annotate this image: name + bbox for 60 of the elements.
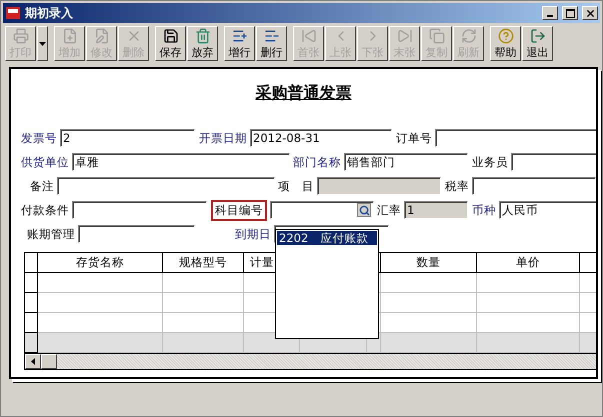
field-label: 供货单位 <box>21 154 69 170</box>
field-label: 发票号 <box>21 130 57 146</box>
last-icon <box>396 28 412 44</box>
toolbar-button[interactable]: 放弃 <box>187 26 218 61</box>
file-plus-icon <box>62 28 78 44</box>
toolbar-button[interactable]: 增行 <box>224 26 255 61</box>
input-field[interactable]: 卓雅 <box>72 153 290 171</box>
input-field[interactable] <box>317 177 441 195</box>
input-field[interactable]: 2 <box>60 129 195 147</box>
dropdown-item[interactable]: 2202 应付账款 <box>277 231 377 245</box>
field-label: 备注 <box>29 178 54 194</box>
app-icon <box>5 6 21 20</box>
close-icon <box>584 8 596 18</box>
printer-icon <box>12 28 28 44</box>
first-icon <box>300 28 316 44</box>
toolbar-button[interactable]: 删行 <box>256 26 287 61</box>
exit-icon <box>530 28 546 44</box>
form-title: 采购普通发票 <box>256 83 352 104</box>
caret-icon <box>39 42 46 46</box>
field-label: 开票日期 <box>199 130 247 146</box>
file-edit-icon <box>94 28 110 44</box>
minimize-button[interactable] <box>542 6 558 20</box>
input-field[interactable]: 人民币 <box>499 201 596 219</box>
lookup-field[interactable] <box>270 201 374 219</box>
window-title: 期初录入 <box>25 4 74 22</box>
maximize-icon <box>566 8 574 18</box>
left-arrow-icon <box>31 358 35 365</box>
field-label: 订单号 <box>396 130 432 146</box>
search-icon <box>358 204 370 216</box>
field-label: 项 目 <box>278 178 314 194</box>
close-button[interactable] <box>582 6 598 20</box>
scroll-left-button[interactable] <box>25 354 41 369</box>
input-field[interactable]: 2012-08-31 <box>250 129 392 147</box>
toolbar-button[interactable]: 退出 <box>522 26 553 61</box>
maximize-button[interactable] <box>562 6 578 20</box>
input-field[interactable]: 销售部门 <box>344 153 468 171</box>
field-label: 科目编号 <box>211 200 267 220</box>
field-label: 到期日 <box>234 226 271 242</box>
add-row-icon <box>232 28 248 44</box>
field-label: 业务员 <box>472 154 508 170</box>
search-button[interactable] <box>357 203 371 217</box>
field-label: 付款条件 <box>21 202 69 218</box>
horizontal-scrollbar[interactable] <box>25 353 596 369</box>
save-icon <box>162 28 178 44</box>
field-label: 币种 <box>472 202 496 218</box>
copy-icon <box>428 28 444 44</box>
remove-row-icon <box>264 28 280 44</box>
input-field[interactable]: 1 <box>404 201 468 219</box>
field-label: 账期管理 <box>26 226 75 242</box>
field-label: 汇率 <box>377 202 401 218</box>
toolbar-button[interactable]: 保存 <box>155 26 186 61</box>
toolbar-button[interactable]: 帮助 <box>490 26 521 61</box>
field-label: 部门名称 <box>293 154 341 170</box>
bucket-icon <box>194 28 210 44</box>
scroll-thumb[interactable] <box>41 354 57 369</box>
input-field[interactable] <box>435 129 596 147</box>
refresh-icon <box>460 28 476 44</box>
field-label: 税率 <box>445 178 469 194</box>
input-field[interactable] <box>472 177 596 195</box>
help-icon <box>498 28 514 44</box>
